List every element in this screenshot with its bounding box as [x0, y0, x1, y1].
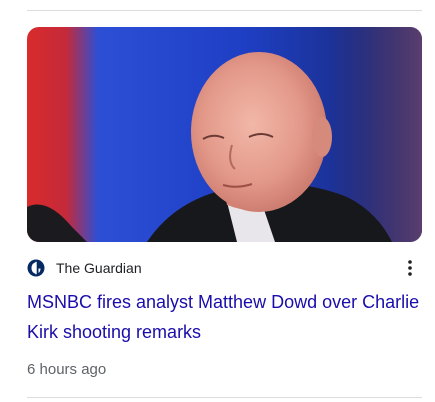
article-thumbnail[interactable]	[27, 27, 422, 242]
source-row: The Guardian	[27, 257, 422, 279]
news-photo-image	[27, 27, 422, 242]
top-divider	[27, 10, 422, 11]
article-timestamp: 6 hours ago	[27, 361, 107, 378]
more-options-button[interactable]	[398, 257, 422, 279]
article-headline-link[interactable]: MSNBC fires analyst Matthew Dowd over Ch…	[27, 287, 422, 347]
source-name[interactable]: The Guardian	[56, 260, 142, 276]
more-vert-icon	[408, 260, 412, 276]
the-guardian-logo-icon	[27, 259, 45, 277]
bottom-divider	[27, 397, 422, 398]
